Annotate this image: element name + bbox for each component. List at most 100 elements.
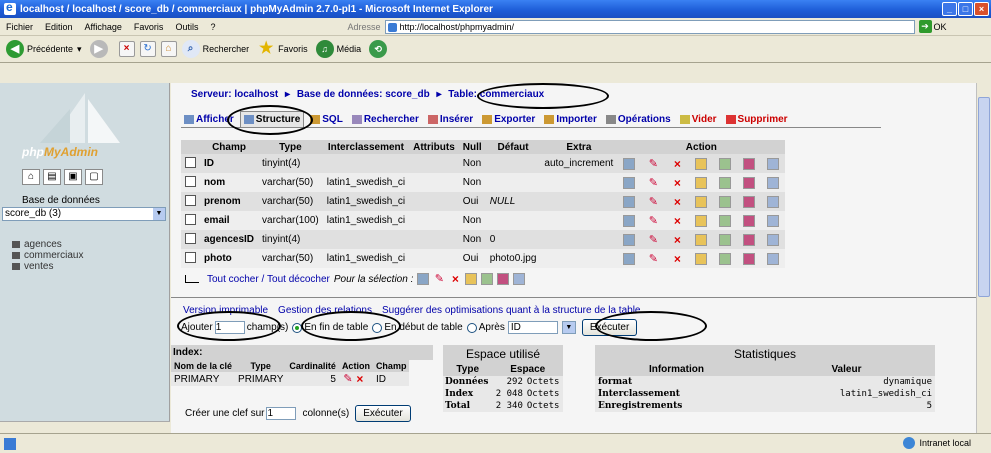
fulltext-icon[interactable]: [767, 252, 780, 265]
row-checkbox-cell[interactable]: [181, 230, 200, 249]
fulltext-icon[interactable]: [767, 157, 780, 170]
tab-rechercher[interactable]: Rechercher: [349, 111, 422, 127]
sidebar-item-agences[interactable]: agences: [12, 239, 83, 250]
primary-key-icon[interactable]: [695, 252, 708, 265]
fulltext-icon[interactable]: [767, 233, 780, 246]
index-icon[interactable]: [719, 252, 732, 265]
breadcrumb-server[interactable]: Serveur: localhost: [191, 89, 278, 100]
sidebar-item-commerciaux[interactable]: commerciaux: [12, 250, 83, 261]
unique-icon[interactable]: [743, 214, 756, 227]
row-checkbox-cell[interactable]: [181, 211, 200, 230]
index-icon[interactable]: [719, 176, 732, 189]
primary-selected-icon[interactable]: [465, 273, 478, 285]
menu-outils[interactable]: Outils: [175, 22, 198, 32]
minimize-icon[interactable]: _: [942, 2, 957, 16]
position-end-radio[interactable]: [292, 322, 303, 333]
delete-icon[interactable]: ×: [671, 215, 683, 227]
primary-key-icon[interactable]: [695, 233, 708, 246]
tab-supprimer[interactable]: Supprimer: [723, 111, 791, 127]
query-icon[interactable]: ▣: [64, 169, 82, 185]
create-index-count-input[interactable]: [266, 407, 297, 420]
row-checkbox-cell[interactable]: [181, 154, 200, 173]
primary-key-icon[interactable]: [695, 195, 708, 208]
fulltext-selected-icon[interactable]: [513, 273, 526, 285]
unique-icon[interactable]: [743, 195, 756, 208]
sql-window-icon[interactable]: ▤: [43, 169, 61, 185]
edit-icon[interactable]: ✎: [647, 158, 659, 170]
unique-icon[interactable]: [743, 252, 756, 265]
edit-icon[interactable]: ✎: [647, 234, 659, 246]
browse-distinct-icon[interactable]: [623, 233, 636, 246]
tab-vider[interactable]: Vider: [677, 111, 720, 127]
print-view-link[interactable]: Version imprimable: [183, 305, 268, 316]
index-icon[interactable]: [719, 157, 732, 170]
close-icon[interactable]: ×: [974, 2, 989, 16]
edit-icon[interactable]: ✎: [647, 196, 659, 208]
after-field-select[interactable]: ID: [507, 321, 558, 334]
primary-key-icon[interactable]: [695, 157, 708, 170]
edit-icon[interactable]: ✎: [647, 215, 659, 227]
tab-importer[interactable]: Importer: [541, 111, 600, 127]
row-checkbox[interactable]: [185, 156, 196, 168]
row-checkbox-cell[interactable]: [181, 249, 200, 268]
uncheck-all-link[interactable]: Tout décocher: [267, 274, 330, 285]
menu-help[interactable]: ?: [210, 22, 215, 32]
fulltext-icon[interactable]: [767, 214, 780, 227]
sidebar-hscrollbar[interactable]: [0, 421, 170, 433]
add-field-execute-button[interactable]: Exécuter: [581, 319, 638, 336]
delete-selected-icon[interactable]: ×: [449, 273, 461, 285]
delete-icon[interactable]: ×: [671, 177, 683, 189]
suggest-structure-link[interactable]: Suggérer des optimisations quant à la st…: [382, 305, 641, 316]
position-after-radio[interactable]: [466, 322, 477, 333]
row-checkbox-cell[interactable]: [181, 192, 200, 211]
stop-icon[interactable]: ×: [118, 41, 135, 57]
browse-distinct-icon[interactable]: [623, 176, 636, 189]
history-button[interactable]: ⟲: [369, 40, 390, 58]
row-checkbox[interactable]: [185, 232, 196, 244]
check-all-link[interactable]: Tout cocher: [207, 274, 259, 285]
delete-icon[interactable]: ×: [354, 373, 366, 385]
docs-icon[interactable]: ▢: [85, 169, 103, 185]
browse-distinct-icon[interactable]: [623, 157, 636, 170]
menu-fichier[interactable]: Fichier: [6, 22, 33, 32]
relations-link[interactable]: Gestion des relations: [278, 305, 372, 316]
primary-key-icon[interactable]: [695, 214, 708, 227]
favorites-button[interactable]: ★ Favoris: [257, 40, 308, 58]
home-icon[interactable]: ⌂: [22, 169, 40, 185]
row-checkbox[interactable]: [185, 251, 196, 263]
unique-icon[interactable]: [743, 176, 756, 189]
row-checkbox-cell[interactable]: [181, 173, 200, 192]
position-start-radio[interactable]: [372, 322, 383, 333]
breadcrumb-database[interactable]: Base de données: score_db: [297, 89, 430, 100]
primary-key-icon[interactable]: [695, 176, 708, 189]
tab-exporter[interactable]: Exporter: [479, 111, 538, 127]
index-icon[interactable]: [719, 214, 732, 227]
database-select[interactable]: score_db (3) ▼: [2, 207, 166, 221]
unique-icon[interactable]: [743, 233, 756, 246]
home-icon[interactable]: ⌂: [160, 41, 177, 57]
delete-icon[interactable]: ×: [671, 158, 683, 170]
tab-structure[interactable]: Structure: [239, 111, 305, 127]
delete-icon[interactable]: ×: [671, 196, 683, 208]
browse-selected-icon[interactable]: [417, 273, 430, 285]
browse-distinct-icon[interactable]: [623, 195, 636, 208]
fulltext-icon[interactable]: [767, 176, 780, 189]
media-button[interactable]: ♫ Média: [315, 40, 361, 58]
unique-selected-icon[interactable]: [497, 273, 510, 285]
sidebar-item-ventes[interactable]: ventes: [12, 261, 83, 272]
search-button[interactable]: ⌕ Rechercher: [181, 40, 249, 58]
delete-icon[interactable]: ×: [671, 253, 683, 265]
address-input[interactable]: http://localhost/phpmyadmin/: [384, 19, 915, 34]
browse-distinct-icon[interactable]: [623, 214, 636, 227]
row-checkbox[interactable]: [185, 175, 196, 187]
menu-edition[interactable]: Edition: [45, 22, 73, 32]
pma-brand[interactable]: phpMyAdmin: [22, 145, 98, 159]
add-field-count-input[interactable]: [214, 321, 245, 334]
unique-icon[interactable]: [743, 157, 756, 170]
forward-button[interactable]: ▶: [89, 40, 111, 58]
edit-icon[interactable]: ✎: [647, 253, 659, 265]
tab-sql[interactable]: SQL: [307, 111, 346, 127]
row-checkbox[interactable]: [185, 213, 196, 225]
back-dropdown-icon[interactable]: ▾: [77, 44, 82, 55]
tab-operations[interactable]: Opérations: [603, 111, 674, 127]
